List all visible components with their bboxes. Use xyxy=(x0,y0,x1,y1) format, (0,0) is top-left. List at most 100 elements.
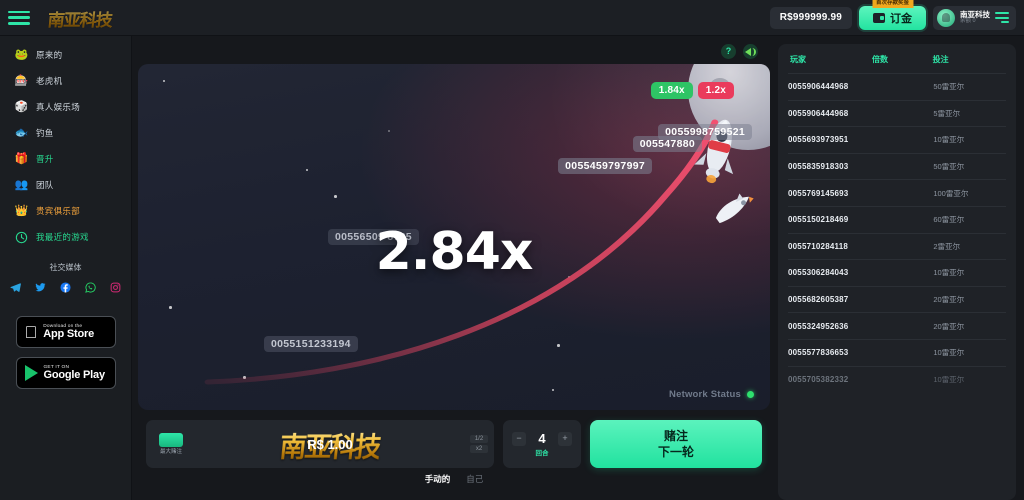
app-store-button[interactable]:  Download on the App Store xyxy=(15,316,116,348)
row-bet: 10雷亚尔 xyxy=(933,135,965,145)
app-root: 南亚科技 R$999999.99 首次存款奖金 订金 南亚科技 余额 0 🐸 原… xyxy=(0,0,1024,500)
app-store-big: App Store xyxy=(30,327,94,340)
bet-controls: 最大赌注 南亚科技 R$ 1.00 1/2 x2 − 4 + 回合 赌注 下一轮 xyxy=(138,410,770,468)
game-stage: 1.84x 1.2x 0055998759521 005547880 00554… xyxy=(138,64,770,410)
social-media-title: 社交媒体 xyxy=(49,263,82,272)
crown-icon: 👑 xyxy=(14,204,29,217)
instagram-icon[interactable] xyxy=(107,279,124,296)
google-play-text: GET IT ON Google Play xyxy=(43,365,106,382)
bet-amount-field[interactable]: 南亚科技 R$ 1.00 xyxy=(190,420,470,468)
table-row[interactable]: 0055306284043 10雷亚尔 xyxy=(788,259,1006,286)
table-row[interactable]: 0055769145693 100雷亚尔 xyxy=(788,179,1006,206)
row-player: 0055324952636 xyxy=(788,321,849,331)
sidebar-item-label: 贵宾俱乐部 xyxy=(36,206,81,216)
table-row[interactable]: 0055693973951 10雷亚尔 xyxy=(788,126,1006,153)
user-account-button[interactable]: 南亚科技 余额 0 xyxy=(933,5,1016,30)
sidebar-item-team[interactable]: 👥 团队 xyxy=(0,172,131,198)
table-row[interactable]: 0055577836653 10雷亚尔 xyxy=(788,338,1006,366)
hamburger-menu-icon[interactable] xyxy=(8,9,30,27)
bet-adjust-buttons: 1/2 x2 xyxy=(470,435,488,453)
rounds-decrement-button[interactable]: − xyxy=(512,431,526,446)
sidebar-item-label: 原来的 xyxy=(36,50,63,60)
table-row[interactable]: 0055705382332 10雷亚尔 xyxy=(788,365,1006,393)
deposit-bonus-badge: 首次存款奖金 xyxy=(871,0,914,8)
user-menu-icon[interactable] xyxy=(995,12,1009,23)
column-bet: 投注 xyxy=(932,55,949,64)
current-multiplier: 2.84x xyxy=(375,222,534,282)
table-row[interactable]: 0055906444968 5雷亚尔 xyxy=(788,99,1006,127)
deposit-button[interactable]: 首次存款奖金 订金 xyxy=(859,0,926,30)
telegram-icon[interactable] xyxy=(7,279,24,296)
gift-icon: 🎁 xyxy=(14,152,29,165)
table-row[interactable]: 0055150218469 60雷亚尔 xyxy=(788,205,1006,233)
wallet-icon xyxy=(873,12,885,23)
user-balance-sub: 余额 0 xyxy=(960,17,976,24)
table-row[interactable]: 0055324952636 20雷亚尔 xyxy=(788,312,1006,339)
avatar xyxy=(937,8,955,27)
mode-tabs: 手动的 自己 xyxy=(138,468,770,485)
history-chip[interactable]: 1.84x xyxy=(650,82,693,99)
tab-manual[interactable]: 手动的 xyxy=(425,473,451,485)
row-player: 0055150218469 xyxy=(788,215,849,225)
row-player: 0055906444968 xyxy=(788,108,849,118)
apple-icon:  xyxy=(25,324,38,341)
bet-amount-panel[interactable]: 最大赌注 南亚科技 R$ 1.00 1/2 x2 xyxy=(146,420,494,468)
bet-amount-value: R$ 1.00 xyxy=(307,436,353,452)
network-status: Network Status xyxy=(669,389,754,400)
facebook-icon[interactable] xyxy=(57,279,74,296)
network-status-label: Network Status xyxy=(669,389,741,400)
top-bar: 南亚科技 R$999999.99 首次存款奖金 订金 南亚科技 余额 0 xyxy=(0,0,1024,36)
half-bet-button[interactable]: 1/2 xyxy=(470,435,488,443)
whatsapp-icon[interactable] xyxy=(82,279,99,296)
place-bet-line1: 赌注 xyxy=(663,428,688,443)
row-player: 0055906444968 xyxy=(788,82,849,92)
table-row[interactable]: 0055710284118 2雷亚尔 xyxy=(788,232,1006,260)
clock-icon xyxy=(14,230,29,245)
sidebar-item-live-casino[interactable]: 🎲 真人娱乐场 xyxy=(0,94,131,120)
frog-icon: 🐸 xyxy=(14,48,29,61)
table-row[interactable]: 0055906444968 50雷亚尔 xyxy=(788,73,1006,100)
game-toolbar: ? xyxy=(138,44,770,64)
brand-logo[interactable]: 南亚科技 xyxy=(41,5,120,31)
tab-auto[interactable]: 自己 xyxy=(466,473,483,485)
balance-display: R$999999.99 xyxy=(769,6,852,29)
twitter-icon[interactable] xyxy=(32,279,49,296)
place-bet-button[interactable]: 赌注 下一轮 xyxy=(590,420,762,468)
sidebar-item-fishing[interactable]: 🐟 钓鱼 xyxy=(0,120,131,146)
google-play-icon xyxy=(24,365,38,381)
user-meta: 南亚科技 余额 0 xyxy=(960,10,990,25)
live-casino-icon: 🎲 xyxy=(14,100,29,113)
row-player: 0055769145693 xyxy=(788,188,849,198)
max-bet-label: 最大赌注 xyxy=(159,448,182,455)
rounds-increment-button[interactable]: + xyxy=(558,431,572,446)
row-bet: 10雷亚尔 xyxy=(933,348,965,358)
help-icon[interactable]: ? xyxy=(721,44,736,59)
sidebar-item-label: 晋升 xyxy=(36,154,54,164)
sound-on-icon[interactable] xyxy=(743,44,758,59)
row-bet: 10雷亚尔 xyxy=(933,374,965,384)
google-play-button[interactable]: GET IT ON Google Play xyxy=(15,357,116,389)
double-bet-button[interactable]: x2 xyxy=(470,445,488,453)
multiplier-history: 1.84x 1.2x xyxy=(650,82,734,99)
column-multiplier: 倍数 xyxy=(872,55,889,64)
row-bet: 50雷亚尔 xyxy=(933,82,965,92)
rounds-label: 回合 xyxy=(535,450,549,457)
sidebar-item-promotions[interactable]: 🎁 晋升 xyxy=(0,146,131,172)
google-play-big: Google Play xyxy=(43,368,106,381)
sidebar-item-vip-club[interactable]: 👑 贵宾俱乐部 xyxy=(0,198,131,224)
sidebar-item-label: 老虎机 xyxy=(36,76,63,86)
sidebar-item-recent-games[interactable]: 我最近的游戏 xyxy=(0,224,131,250)
sidebar-item-slots[interactable]: 🎰 老虎机 xyxy=(0,68,131,94)
page-body: 🐸 原来的 🎰 老虎机 🎲 真人娱乐场 🐟 钓鱼 🎁 晋升 👥 团队 👑 贵宾俱… xyxy=(0,36,1024,500)
table-row[interactable]: 0055835918303 50雷亚尔 xyxy=(788,152,1006,180)
max-bet-button[interactable]: 最大赌注 xyxy=(152,432,190,455)
leaderboard-panel: 玩家 倍数 投注 0055906444968 50雷亚尔 00559064449… xyxy=(776,36,1024,500)
player-nameplate: 0055151233194 xyxy=(264,336,358,352)
app-store-text: Download on the App Store xyxy=(43,324,94,341)
sidebar-item-original[interactable]: 🐸 原来的 xyxy=(0,42,131,68)
player-nameplate: 005547880 xyxy=(632,136,702,152)
history-chip[interactable]: 1.2x xyxy=(697,82,734,99)
sidebar-item-label: 钓鱼 xyxy=(36,128,54,138)
table-row[interactable]: 0055682605387 20雷亚尔 xyxy=(788,285,1006,313)
rounds-value: 4 xyxy=(538,431,546,446)
